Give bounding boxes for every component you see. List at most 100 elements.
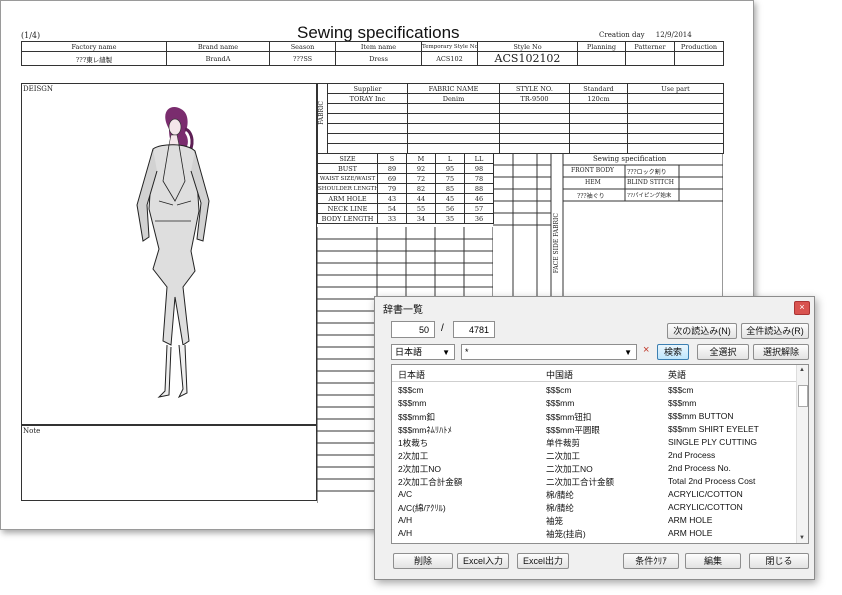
column-header-japanese[interactable]: 日本語 xyxy=(398,368,425,381)
measure-value: 46 xyxy=(464,193,494,204)
sewing-method: ???ロック割り xyxy=(627,169,667,176)
measure-value: 82 xyxy=(406,183,436,194)
fabric-table: Supplier FABRIC NAME STYLE NO. Standard … xyxy=(317,83,724,154)
sewing-method: ??パイピング始末 xyxy=(627,193,672,199)
chinese-cell: $$$mm xyxy=(546,398,575,408)
search-button[interactable]: 検索 xyxy=(657,344,689,360)
list-scrollbar[interactable]: ▲ ▼ xyxy=(796,365,808,543)
clear-conditions-button[interactable]: 条件ｸﾘｱ xyxy=(623,553,679,569)
search-value: * xyxy=(465,347,469,357)
use-part-label: Use part xyxy=(627,83,724,94)
english-cell: ARM HOLE xyxy=(668,515,713,525)
total-count: 4781 xyxy=(453,321,495,338)
chinese-cell: 袖笼(挂肩) xyxy=(546,529,586,539)
scroll-down-icon[interactable]: ▼ xyxy=(799,535,805,541)
list-item[interactable]: $$$mm釦 $$$mm钮扣 $$$mm BUTTON xyxy=(392,410,796,423)
japanese-cell: 2次加工NO xyxy=(398,464,441,474)
japanese-cell: A/C(綿/ｱｸﾘﾙ) xyxy=(398,503,446,513)
list-item[interactable]: A/H 袖笼 ARM HOLE xyxy=(392,514,796,527)
column-header-chinese[interactable]: 中国語 xyxy=(546,368,573,381)
size-row: BUST 89 92 95 98 xyxy=(317,163,494,174)
list-item[interactable]: $$$cm $$$cm $$$cm xyxy=(392,384,796,397)
japanese-cell: 1枚裁ち xyxy=(398,438,429,448)
edit-button[interactable]: 編集 xyxy=(685,553,741,569)
sheet-title: Sewing specifications xyxy=(297,23,460,42)
select-all-button[interactable]: 全選択 xyxy=(697,344,749,360)
chevron-down-icon[interactable]: ▼ xyxy=(624,345,632,360)
excel-input-button[interactable]: Excel入力 xyxy=(457,553,509,569)
current-count: 50 xyxy=(391,321,435,338)
scrollbar-thumb[interactable] xyxy=(798,385,808,407)
list-item[interactable]: $$$mmﾈﾑﾘﾊﾄﾒ $$$mm平圆眼 $$$mm SHIRT EYELET xyxy=(392,423,796,436)
measure-name: WAIST SIZE/WAIST xyxy=(317,173,378,184)
brand-name-value: BrandA xyxy=(166,51,270,66)
list-item[interactable]: 2次加工合計金額 二次加工合计金额 Total 2nd Process Cost xyxy=(392,475,796,488)
language-value: 日本語 xyxy=(395,347,423,357)
language-select[interactable]: 日本語 ▼ xyxy=(391,344,455,360)
measure-value: 57 xyxy=(464,203,494,214)
japanese-cell: A/H xyxy=(398,528,413,538)
close-icon[interactable]: × xyxy=(794,301,810,315)
note-label: Note xyxy=(23,427,41,435)
measure-value: 54 xyxy=(377,203,407,214)
english-cell: $$$mm SHIRT EYELET xyxy=(668,424,759,434)
dictionary-list[interactable]: 日本語 中国語 英語 $$$cm $$$cm $$$cm $$$mm $$$mm $$$… xyxy=(391,364,809,544)
chinese-cell: 单件裁剪 xyxy=(546,438,581,448)
delete-button[interactable]: 削除 xyxy=(393,553,453,569)
size-label: SIZE xyxy=(317,153,378,164)
supplier-value: TORAY Inc xyxy=(327,93,408,104)
style-no-label: Style No xyxy=(477,41,578,52)
close-button[interactable]: 閉じる xyxy=(749,553,809,569)
count-separator: / xyxy=(441,323,444,334)
dictionary-dialog: 辞書一覧 × 50 / 4781 次の読込み(N) 全件読込み(R) 日本語 ▼… xyxy=(374,296,815,580)
measure-value: 72 xyxy=(406,173,436,184)
japanese-cell: 2次加工 xyxy=(398,451,429,461)
measure-value: 98 xyxy=(464,163,494,174)
english-cell: ARM HOLE xyxy=(668,528,713,538)
chinese-cell: $$$mm钮扣 xyxy=(546,412,592,422)
list-item[interactable]: $$$mm $$$mm $$$mm xyxy=(392,397,796,410)
size-row: BODY LENGTH 33 34 35 36 xyxy=(317,213,494,224)
scroll-up-icon[interactable]: ▲ xyxy=(799,367,805,373)
japanese-cell: 2次加工合計金額 xyxy=(398,477,463,487)
deselect-button[interactable]: 選択解除 xyxy=(753,344,809,360)
load-all-button[interactable]: 全件読込み(R) xyxy=(741,323,809,339)
clear-icon[interactable]: × xyxy=(643,344,649,356)
list-item[interactable]: 2次加工 二次加工 2nd Process xyxy=(392,449,796,462)
supplier-label: Supplier xyxy=(327,83,408,94)
excel-output-button[interactable]: Excel出力 xyxy=(517,553,569,569)
list-item[interactable]: 1枚裁ち 单件裁剪 SINGLE PLY CUTTING xyxy=(392,436,796,449)
item-name-value: Dress xyxy=(335,51,422,66)
measure-value: 92 xyxy=(406,163,436,174)
face-side-fabric-label: FACE SIDE FABRIC xyxy=(553,213,560,274)
column-header-english[interactable]: 英語 xyxy=(668,368,686,381)
measure-value: 95 xyxy=(435,163,465,174)
search-input[interactable]: * ▼ xyxy=(461,344,637,360)
measure-value: 43 xyxy=(377,193,407,204)
list-item[interactable]: A/H 袖笼(挂肩) ARM HOLE xyxy=(392,527,796,540)
fabric-style-no-value: TR-9500 xyxy=(499,93,570,104)
creation-day: Creation day 12/9/2014 xyxy=(599,31,692,39)
size-row: WAIST SIZE/WAIST 69 72 75 78 xyxy=(317,173,494,184)
chinese-cell: $$$mm平圆眼 xyxy=(546,425,600,435)
creation-label: Creation day xyxy=(599,31,645,39)
size-table: SIZE S M L LL BUST 89 92 95 98 WAIST SIZE/WA… xyxy=(317,153,494,224)
dress-illustration xyxy=(136,107,210,399)
standard-value: 120cm xyxy=(569,93,628,104)
season-value: ???SS xyxy=(269,51,336,66)
chinese-cell: $$$cm xyxy=(546,385,572,395)
fabric-name-label: FABRIC NAME xyxy=(407,83,500,94)
list-item[interactable]: A/C 棉/腈纶 ACRYLIC/COTTON xyxy=(392,488,796,501)
next-load-button[interactable]: 次の読込み(N) xyxy=(667,323,737,339)
list-item[interactable]: A/C(綿/ｱｸﾘﾙ) 棉/腈纶 ACRYLIC/COTTON xyxy=(392,501,796,514)
size-ll-label: LL xyxy=(464,153,494,164)
list-item[interactable]: 2次加工NO 二次加工NO 2nd Process No. xyxy=(392,462,796,475)
measure-value: 36 xyxy=(464,213,494,224)
measure-value: 33 xyxy=(377,213,407,224)
measure-value: 75 xyxy=(435,173,465,184)
sewing-part: HEM xyxy=(585,179,601,186)
english-cell: SINGLE PLY CUTTING xyxy=(668,437,757,447)
factory-name-label: Factory name xyxy=(21,41,167,52)
page-number: (1/4) xyxy=(21,31,41,40)
temporary-style-no-label: Temporary Style No xyxy=(421,41,478,52)
